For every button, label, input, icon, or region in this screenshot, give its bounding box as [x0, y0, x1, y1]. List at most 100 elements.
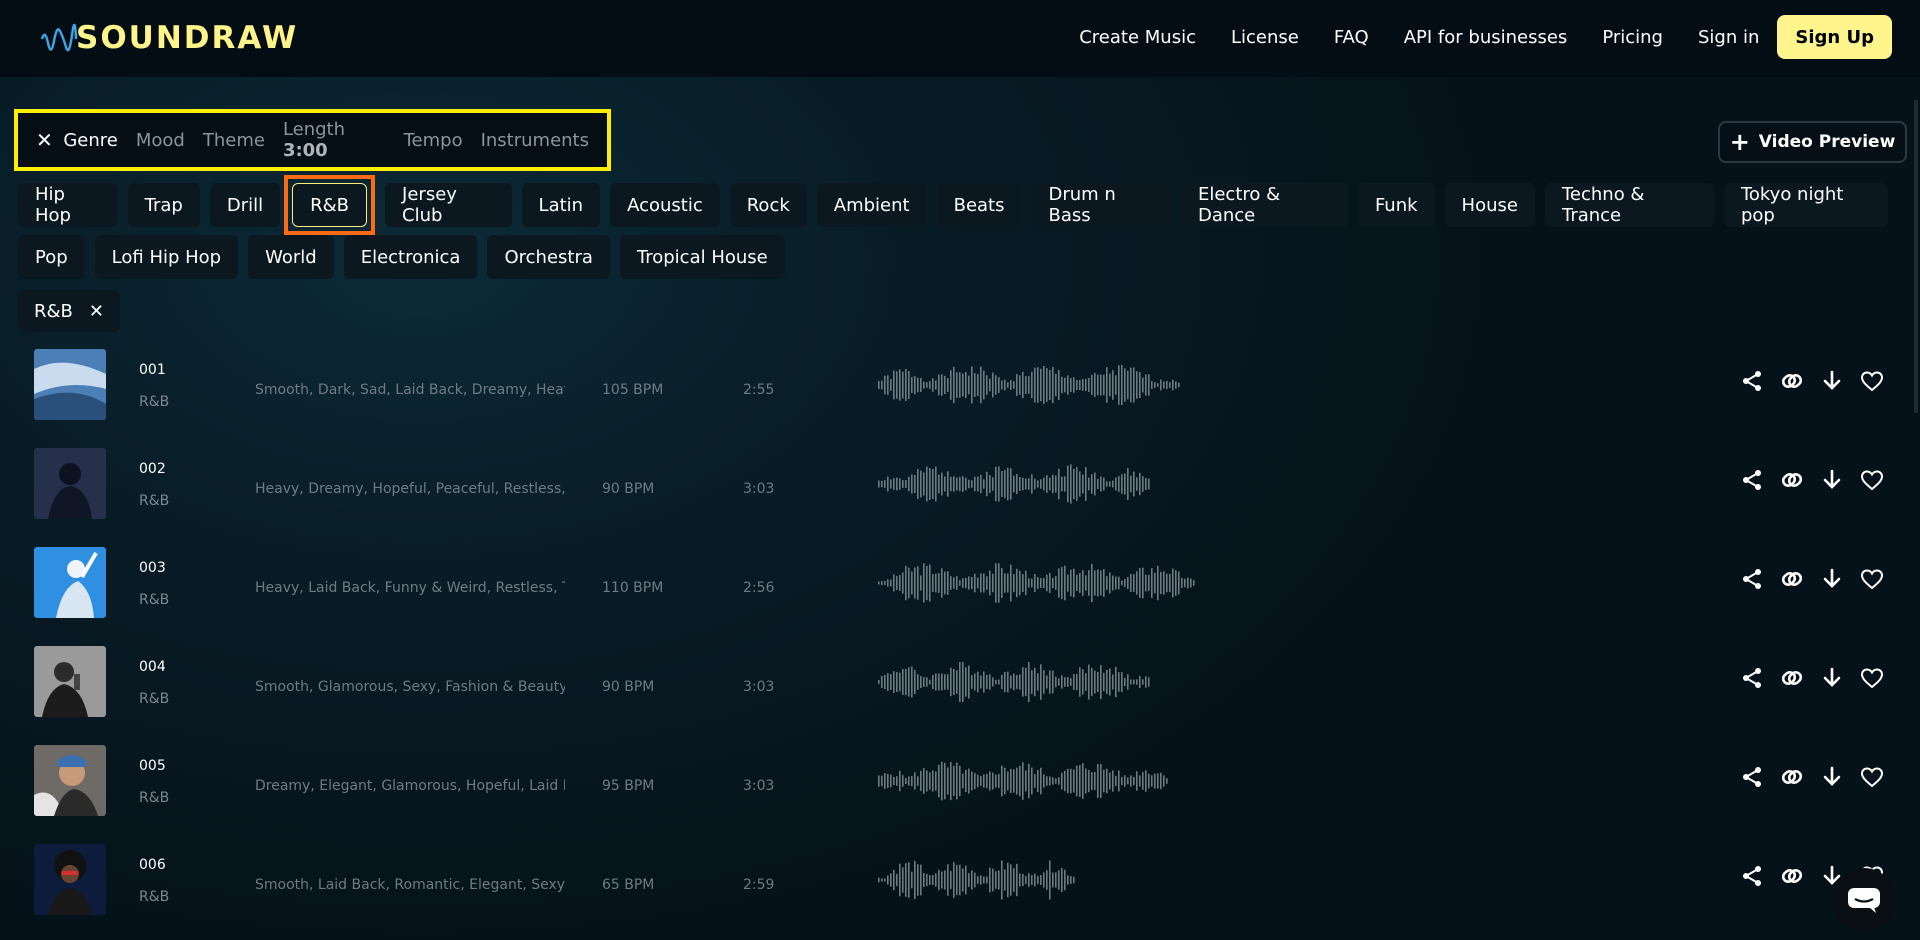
genre-chip[interactable]: Jersey Club: [385, 183, 512, 227]
genre-chip[interactable]: Ambient: [816, 183, 927, 227]
download-arrow-icon[interactable]: [1817, 762, 1847, 792]
download-arrow-icon[interactable]: [1817, 465, 1847, 495]
soundraw-logo[interactable]: SOUNDRAW: [40, 18, 298, 58]
link-icon[interactable]: [1777, 861, 1807, 891]
track-thumbnail[interactable]: [34, 349, 106, 420]
share-icon[interactable]: [1737, 366, 1767, 396]
share-icon[interactable]: [1737, 663, 1767, 693]
track-number[interactable]: 004: [139, 659, 166, 675]
waveform-bar: [1025, 667, 1027, 697]
remove-filter-icon[interactable]: ✕: [89, 301, 104, 322]
track-row[interactable]: 005 R&B Dreamy, Elegant, Glamorous, Hope…: [0, 738, 1920, 837]
share-icon[interactable]: [1737, 465, 1767, 495]
genre-chip[interactable]: Latin: [521, 183, 601, 227]
genre-chip[interactable]: Lofi Hip Hop: [94, 235, 239, 279]
nav-faq[interactable]: FAQ: [1334, 27, 1369, 48]
share-icon[interactable]: [1737, 564, 1767, 594]
track-row[interactable]: 004 R&B Smooth, Glamorous, Sexy, Fashion…: [0, 639, 1920, 738]
close-icon[interactable]: ✕: [36, 128, 63, 152]
waveform-bar: [1127, 777, 1129, 785]
track-number[interactable]: 003: [139, 560, 166, 576]
link-icon[interactable]: [1777, 762, 1807, 792]
genre-chip[interactable]: House: [1444, 183, 1535, 227]
track-waveform[interactable]: [878, 560, 1298, 606]
tab-length[interactable]: Length 3:00: [283, 119, 386, 161]
track-row[interactable]: 003 R&B Heavy, Laid Back, Funny & Weird,…: [0, 540, 1920, 639]
waveform-bar: [950, 370, 952, 400]
nav-sign-in[interactable]: Sign in: [1698, 27, 1759, 48]
link-icon[interactable]: [1777, 366, 1807, 396]
track-row[interactable]: 006 R&B Smooth, Laid Back, Romantic, Ele…: [0, 837, 1920, 936]
track-number[interactable]: 002: [139, 461, 166, 477]
genre-chip[interactable]: Trap: [127, 183, 200, 227]
download-arrow-icon[interactable]: [1817, 564, 1847, 594]
genre-chip-selected[interactable]: R&B: [292, 183, 368, 227]
chat-icon[interactable]: [1832, 868, 1896, 932]
track-waveform[interactable]: [878, 362, 1298, 408]
genre-chip[interactable]: Electronica: [343, 235, 478, 279]
waveform-bar: [1109, 668, 1111, 696]
waveform-bar: [1136, 679, 1138, 685]
track-thumbnail[interactable]: [34, 547, 106, 618]
tab-tempo[interactable]: Tempo: [404, 130, 463, 151]
track-thumbnail[interactable]: [34, 745, 106, 816]
tab-theme[interactable]: Theme: [203, 130, 265, 151]
track-row[interactable]: 001 R&B Smooth, Dark, Sad, Laid Back, Dr…: [0, 342, 1920, 441]
video-preview-button[interactable]: + Video Preview: [1718, 121, 1907, 163]
track-thumbnail[interactable]: [34, 844, 106, 915]
genre-chip[interactable]: Funk: [1357, 183, 1435, 227]
download-arrow-icon[interactable]: [1817, 663, 1847, 693]
genre-chip[interactable]: Beats: [936, 183, 1022, 227]
track-waveform[interactable]: [878, 857, 1298, 903]
genre-chip[interactable]: Pop: [18, 235, 85, 279]
track-number[interactable]: 001: [139, 362, 166, 378]
heart-icon[interactable]: [1857, 762, 1887, 792]
link-icon[interactable]: [1777, 564, 1807, 594]
tab-mood[interactable]: Mood: [136, 130, 185, 151]
sign-up-button[interactable]: Sign Up: [1777, 15, 1892, 59]
tab-genre[interactable]: Genre: [63, 130, 118, 151]
share-icon[interactable]: [1737, 861, 1767, 891]
genre-chip[interactable]: Drum n Bass: [1031, 183, 1171, 227]
waveform-bar: [1148, 677, 1150, 687]
heart-icon[interactable]: [1857, 564, 1887, 594]
heart-icon[interactable]: [1857, 366, 1887, 396]
nav-pricing[interactable]: Pricing: [1602, 27, 1663, 48]
track-waveform[interactable]: [878, 659, 1298, 705]
tab-instruments[interactable]: Instruments: [481, 130, 589, 151]
link-icon[interactable]: [1777, 663, 1807, 693]
waveform-bar: [920, 676, 922, 688]
heart-icon[interactable]: [1857, 465, 1887, 495]
track-row[interactable]: 002 R&B Heavy, Dreamy, Hopeful, Peaceful…: [0, 441, 1920, 540]
waveform-bar: [950, 870, 952, 890]
genre-chip[interactable]: Electro & Dance: [1180, 183, 1348, 227]
heart-icon[interactable]: [1857, 663, 1887, 693]
track-waveform[interactable]: [878, 758, 1298, 804]
genre-chip[interactable]: Orchestra: [487, 235, 610, 279]
genre-chip[interactable]: Acoustic: [610, 183, 720, 227]
genre-chip[interactable]: Tokyo night pop: [1723, 183, 1888, 227]
genre-chip[interactable]: Hip Hop: [18, 183, 118, 227]
genre-chip[interactable]: Tropical House: [619, 235, 785, 279]
waveform-bar: [1145, 676, 1147, 688]
page-scrollbar[interactable]: [1914, 100, 1918, 413]
share-icon[interactable]: [1737, 762, 1767, 792]
plus-icon: +: [1729, 128, 1750, 156]
waveform-bar: [947, 864, 949, 896]
link-icon[interactable]: [1777, 465, 1807, 495]
track-waveform[interactable]: [878, 461, 1298, 507]
nav-api-for-businesses[interactable]: API for businesses: [1404, 27, 1568, 48]
active-filter-chip[interactable]: R&B ✕: [18, 290, 120, 332]
nav-create-music[interactable]: Create Music: [1079, 27, 1196, 48]
download-arrow-icon[interactable]: [1817, 366, 1847, 396]
genre-chip[interactable]: Rock: [729, 183, 807, 227]
track-thumbnail[interactable]: [34, 646, 106, 717]
waveform-bar: [920, 575, 922, 591]
track-number[interactable]: 005: [139, 758, 166, 774]
nav-license[interactable]: License: [1231, 27, 1299, 48]
genre-chip[interactable]: World: [248, 235, 334, 279]
track-thumbnail[interactable]: [34, 448, 106, 519]
genre-chip[interactable]: Techno & Trance: [1544, 183, 1714, 227]
track-number[interactable]: 006: [139, 857, 166, 873]
genre-chip[interactable]: Drill: [209, 183, 281, 227]
